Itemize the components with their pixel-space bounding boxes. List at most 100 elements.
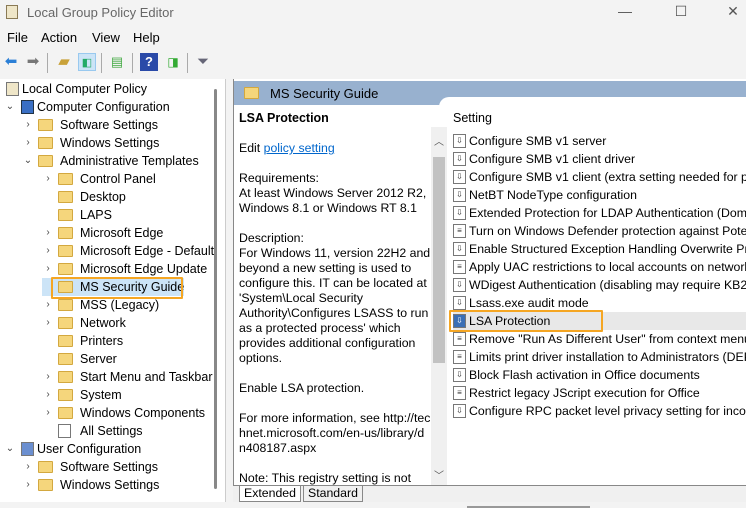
list-setting-icon: ≡ (453, 331, 466, 346)
tree-item-user-software-settings[interactable]: › Software Settings (22, 458, 158, 476)
tree-item-computer-configuration[interactable]: ⌄ Computer Configuration (4, 98, 170, 116)
tab-extended[interactable]: Extended (239, 486, 301, 502)
chevron-right-icon[interactable]: › (42, 368, 54, 386)
list-item[interactable]: ≡ Limits print driver installation to Adm… (453, 348, 746, 366)
tree-label: User Configuration (37, 442, 142, 456)
tree-item[interactable]: LAPS (42, 206, 112, 224)
menu-help[interactable]: Help (133, 30, 160, 45)
tree-item[interactable]: › Windows Components (42, 404, 205, 422)
setting-label: Enable Structured Exception Handling Ove… (469, 242, 746, 256)
view-tabs: Extended Standard (233, 485, 746, 502)
tree-item[interactable]: › Start Menu and Taskbar (42, 368, 212, 386)
settings-list: Setting ⇩ Configure SMB v1 server ⇩ Configu… (447, 105, 746, 508)
tree-scrollbar[interactable] (214, 89, 217, 489)
chevron-right-icon[interactable]: › (22, 134, 34, 152)
tree-item-administrative-templates[interactable]: ⌄ Administrative Templates (22, 152, 199, 170)
chevron-right-icon[interactable]: › (22, 458, 34, 476)
chevron-right-icon[interactable]: › (42, 170, 54, 188)
list-item[interactable]: ⇩ Configure RPC packet level privacy sett… (453, 402, 746, 420)
tree-item[interactable]: › Microsoft Edge (42, 224, 163, 242)
tree-label: Control Panel (80, 172, 156, 186)
tree-label: Windows Settings (60, 136, 160, 150)
tree-item-user-windows-settings[interactable]: › Windows Settings (22, 476, 159, 494)
chevron-right-icon[interactable]: › (22, 116, 34, 134)
chevron-down-icon[interactable]: ⌄ (4, 98, 16, 116)
list-item[interactable]: ⇩ Configure SMB v1 server (453, 132, 746, 150)
folder-icon (58, 263, 73, 275)
tree-item[interactable]: › System (42, 386, 121, 404)
setting-label: Configure RPC packet level privacy setti… (469, 404, 746, 418)
tree-item-windows-settings[interactable]: › Windows Settings (22, 134, 159, 152)
tree-item[interactable]: Printers (42, 332, 123, 350)
tree-item[interactable]: › Microsoft Edge - Default (42, 242, 214, 260)
list-item[interactable]: ≡ Remove "Run As Different User" from con… (453, 330, 746, 348)
minimize-button[interactable]: — (610, 3, 640, 19)
list-item[interactable]: ⇩ Configure SMB v1 client (extra setting … (453, 168, 746, 186)
show-action-pane-icon[interactable]: ◨ (164, 53, 182, 71)
folder-icon (38, 137, 53, 149)
column-header-setting[interactable]: Setting (453, 111, 492, 125)
setting-label: Restrict legacy JScript execution for Of… (469, 386, 700, 400)
tree-label: Windows Components (80, 406, 206, 420)
export-list-icon[interactable]: ▤ (108, 53, 126, 71)
folder-icon (58, 173, 73, 185)
setting-label: Configure SMB v1 client (extra setting n… (469, 170, 746, 184)
close-button[interactable]: ✕ (718, 3, 746, 20)
list-item[interactable]: ⇩ Enable Structured Exception Handling Ov… (453, 240, 746, 258)
chevron-right-icon[interactable]: › (42, 260, 54, 278)
tree-item-user-configuration[interactable]: ⌄ User Configuration (4, 440, 141, 458)
chevron-down-icon[interactable]: ⌄ (4, 440, 16, 458)
description-text: For Windows 11, version 22H2 and beyond … (239, 246, 431, 365)
up-folder-icon[interactable]: ▰ (55, 53, 73, 71)
tree-label: Software Settings (60, 118, 158, 132)
chevron-right-icon[interactable]: › (42, 242, 54, 260)
chevron-right-icon[interactable]: › (42, 314, 54, 332)
list-setting-icon: ≡ (453, 349, 466, 364)
list-item[interactable]: ⇩ Block Flash activation in Office docume… (453, 366, 746, 384)
list-item[interactable]: ⇩ Configure SMB v1 client driver (453, 150, 746, 168)
tree-item[interactable]: All Settings (42, 422, 143, 440)
folder-icon (58, 209, 73, 221)
list-item[interactable]: ⇩ NetBT NodeType configuration (453, 186, 746, 204)
chevron-right-icon[interactable]: › (42, 404, 54, 422)
chevron-right-icon[interactable]: › (42, 224, 54, 242)
list-item[interactable]: ≡ Apply UAC restrictions to local account… (453, 258, 746, 276)
list-item[interactable]: ≡ Turn on Windows Defender protection aga… (453, 222, 746, 240)
tree-item[interactable]: Server (42, 350, 117, 368)
menu-action[interactable]: Action (41, 30, 77, 45)
menu-file[interactable]: File (7, 30, 28, 45)
setting-label: Lsass.exe audit mode (469, 296, 589, 310)
help-icon[interactable]: ? (140, 53, 158, 71)
tree-item[interactable]: Desktop (42, 188, 126, 206)
chevron-down-icon[interactable]: ⌄ (22, 152, 34, 170)
maximize-button[interactable]: ☐ (666, 3, 696, 20)
highlight-box (449, 310, 603, 332)
list-item[interactable]: ≡ Restrict legacy JScript execution for O… (453, 384, 746, 402)
description-scrollbar[interactable]: ︿ ﹀ (431, 127, 447, 485)
chevron-right-icon[interactable]: › (22, 476, 34, 494)
scroll-up-icon[interactable]: ︿ (434, 133, 444, 148)
tab-standard[interactable]: Standard (303, 486, 363, 502)
menu-view[interactable]: View (92, 30, 120, 45)
chevron-right-icon[interactable]: › (42, 386, 54, 404)
setting-label: Extended Protection for LDAP Authenticat… (469, 206, 746, 220)
tree-item[interactable]: › Microsoft Edge Update (42, 260, 207, 278)
list-item[interactable]: ⇩ Extended Protection for LDAP Authentica… (453, 204, 746, 222)
policy-setting-icon: ⇩ (453, 367, 466, 382)
folder-icon (58, 371, 73, 383)
tree-label: Server (80, 352, 117, 366)
setting-label: Configure SMB v1 client driver (469, 152, 636, 166)
filter-icon[interactable]: ⏷ (194, 53, 212, 71)
folder-icon (58, 407, 73, 419)
tree-item[interactable]: › Control Panel (42, 170, 156, 188)
tree-item-local-computer-policy[interactable]: Local Computer Policy (6, 80, 147, 98)
tree-item[interactable]: › Network (42, 314, 126, 332)
scroll-down-icon[interactable]: ﹀ (434, 467, 444, 482)
tree-item-software-settings[interactable]: › Software Settings (22, 116, 158, 134)
policy-setting-link[interactable]: policy setting (264, 141, 335, 155)
forward-icon[interactable]: ➡ (24, 53, 42, 71)
show-hide-tree-icon[interactable]: ◧ (78, 53, 96, 71)
list-item[interactable]: ⇩ WDigest Authentication (disabling may r… (453, 276, 746, 294)
back-icon[interactable]: ⬅ (2, 53, 20, 71)
scrollbar-thumb[interactable] (433, 157, 445, 363)
